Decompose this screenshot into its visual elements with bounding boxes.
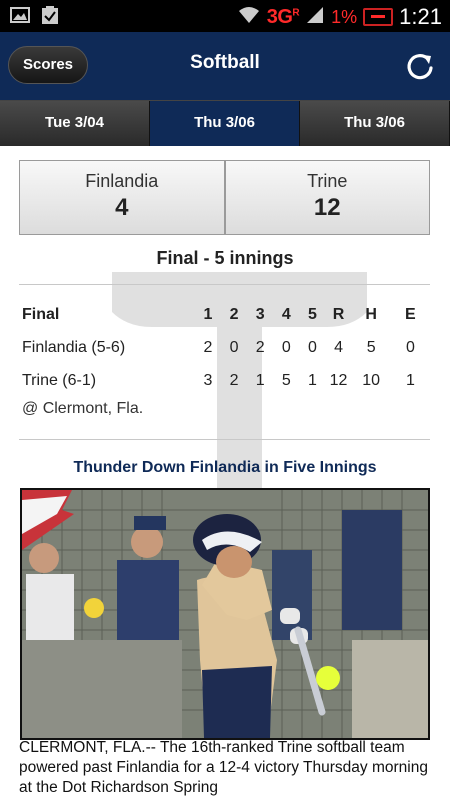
scoreboard: Finlandia 4 Trine 12 [19,160,430,235]
game-location: @ Clermont, Fla. [22,400,144,417]
linescore-header-cell: 3 [255,305,265,323]
linescore-cell: 3 [203,371,213,389]
linescore-header-cell: Final [22,305,60,323]
linescore-cell: 5 [366,338,376,356]
linescore-header-cell: 5 [307,305,317,323]
away-team-score: 4 [115,194,129,221]
clipboard-icon [40,6,60,24]
network-type: 3GR [266,5,300,28]
home-team-cell: Trine 12 [223,161,429,234]
linescore-header-cell: 2 [229,305,239,323]
linescore-header-cell: 4 [281,305,291,323]
refresh-icon[interactable] [404,50,436,82]
wifi-icon [237,5,261,30]
linescore-header-cell: E [405,305,416,323]
linescore-header-row: Final 1 2 3 4 5 R H E [22,298,430,331]
home-team-score: 12 [313,194,341,221]
linescore-cell: 1 [405,371,415,389]
game-detail[interactable]: Finlandia 4 Trine 12 Final - 5 innings F… [0,146,450,800]
linescore-cell: 0 [307,338,317,356]
linescore-cell: 0 [405,338,415,356]
app-header: Scores Softball [0,32,450,100]
linescore-cell: 12 [329,371,348,389]
divider [19,439,430,440]
game-status: Final - 5 innings [156,248,294,268]
page-title: Softball [190,52,260,73]
linescore-cell: 10 [362,371,381,389]
linescore-cell: 0 [281,338,291,356]
linescore-cell: 2 [229,371,239,389]
clock-time: 1:21 [399,4,442,29]
signal-icon [305,5,325,30]
status-bar: 3GR 1% 1:21 [0,0,450,32]
image-icon [10,6,30,24]
linescore-cell: Trine (6-1) [22,371,97,389]
linescore-header-cell: H [365,305,377,323]
linescore-cell: Finlandia (5-6) [22,338,126,356]
tab-date-3[interactable]: Thu 3/06 [300,101,450,146]
story-headline[interactable]: Thunder Down Finlandia in Five Innings [0,459,450,477]
tab-date-2[interactable]: Thu 3/06 [150,101,300,146]
divider [19,284,430,285]
home-team-name: Trine [307,171,348,191]
battery-percent: 1% [331,6,358,27]
linescore-cell: 2 [255,338,265,356]
linescore-header-cell: R [332,305,345,323]
linescore-header-cell: 1 [203,305,213,323]
linescore-cell: 2 [203,338,213,356]
date-tabs: Tue 3/04 Thu 3/06 Thu 3/06 [0,100,450,146]
away-team-name: Finlandia [85,171,159,191]
battery-icon [363,8,394,26]
linescore-cell: 1 [255,371,265,389]
story-text[interactable]: CLERMONT, FLA.-- The 16th-ranked Trine s… [19,738,433,798]
table-row: Trine (6-1) 3 2 1 5 1 12 10 1 [22,364,430,397]
story-photo[interactable] [20,488,430,740]
tab-date-1[interactable]: Tue 3/04 [0,101,150,146]
linescore-cell: 5 [281,371,291,389]
table-row: Finlandia (5-6) 2 0 2 0 0 4 5 0 [22,331,430,364]
away-team-cell: Finlandia 4 [20,161,224,234]
linescore-cell: 4 [334,338,343,356]
linescore-table: Final 1 2 3 4 5 R H E Finlandia (5-6) 2 … [22,298,430,397]
linescore-cell: 1 [307,371,317,389]
linescore-cell: 0 [229,338,239,356]
